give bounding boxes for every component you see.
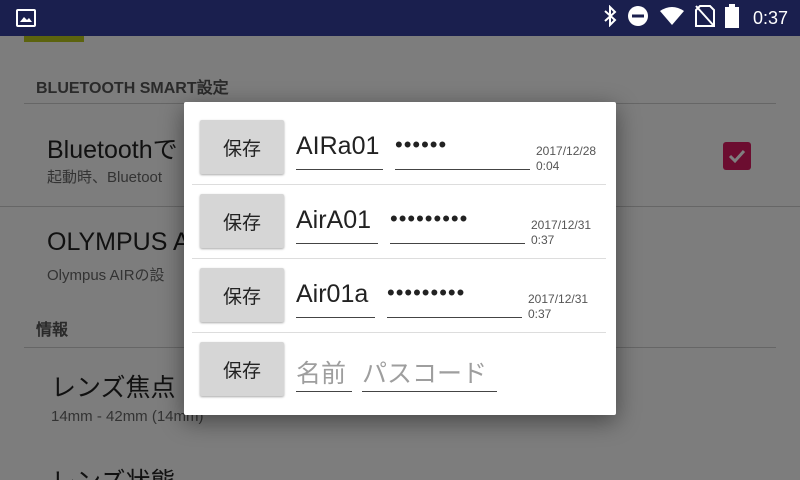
save-button[interactable]: 保存 [200,120,284,174]
saved-connections-dialog: 保存 AIRa01 •••••• 2017/12/28 0:04 保存 AirA… [184,102,616,415]
save-button[interactable]: 保存 [200,342,284,396]
save-button[interactable]: 保存 [200,194,284,248]
name-field[interactable]: AirA01 [296,204,378,244]
bluetooth-icon [603,4,617,31]
saved-timestamp: 2017/12/31 0:37 [528,292,589,321]
battery-icon [724,4,739,32]
name-input[interactable]: 名前 [296,352,352,392]
passcode-input[interactable]: パスコード [362,352,497,392]
gallery-icon [16,9,36,27]
name-field[interactable]: Air01a [296,278,375,318]
new-entry-row: 保存 名前 パスコード [192,324,606,398]
clock: 0:37 [752,7,788,28]
passcode-field[interactable]: ••••••••• [390,204,525,244]
status-bar: 0:37 [0,0,800,36]
no-sim-icon [694,5,715,31]
list-item: 保存 AirA01 ••••••••• 2017/12/31 0:37 [192,176,606,250]
passcode-field[interactable]: ••••••••• [387,278,522,318]
list-item: 保存 AIRa01 •••••• 2017/12/28 0:04 [192,102,606,176]
do-not-disturb-icon [627,5,649,31]
saved-timestamp: 2017/12/28 0:04 [536,144,597,173]
passcode-field[interactable]: •••••• [395,130,530,170]
wifi-icon [659,6,685,30]
save-button[interactable]: 保存 [200,268,284,322]
saved-timestamp: 2017/12/31 0:37 [531,218,592,247]
list-item: 保存 Air01a ••••••••• 2017/12/31 0:37 [192,250,606,324]
name-field[interactable]: AIRa01 [296,130,383,170]
